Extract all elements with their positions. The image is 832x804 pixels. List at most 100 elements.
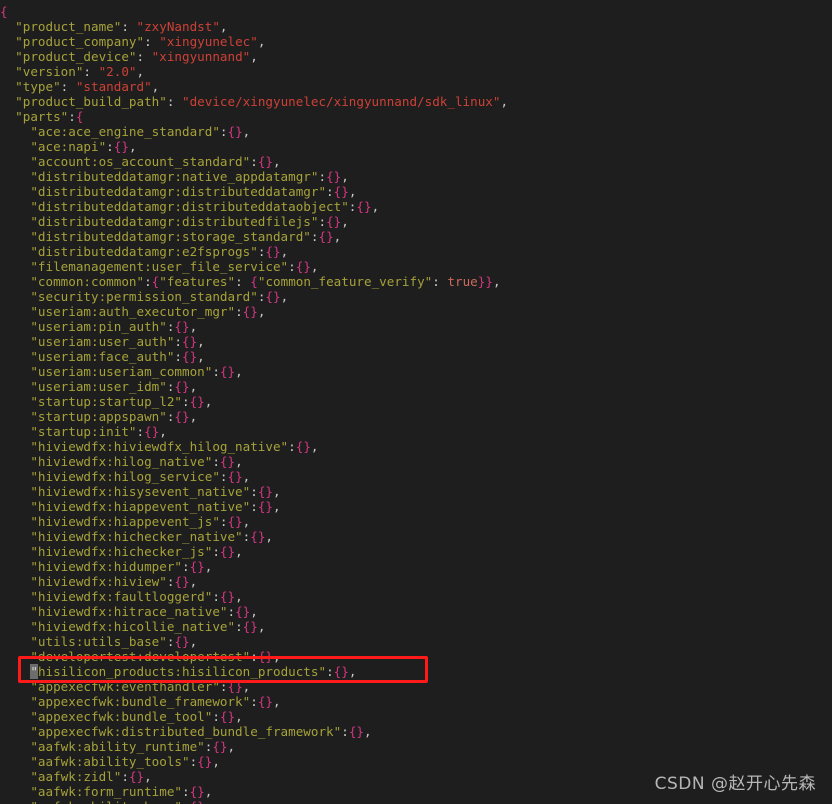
code-line[interactable]: "distributeddatamgr:native_appdatamgr":{… — [0, 169, 832, 184]
code-line[interactable]: "parts":{ — [0, 109, 832, 124]
code-line[interactable]: "utils:utils_base":{}, — [0, 634, 832, 649]
token-punc: {} — [326, 169, 342, 184]
token-key: "useriam:useriam_common" — [30, 364, 213, 379]
code-line[interactable]: "product_build_path": "device/xingyunele… — [0, 94, 832, 109]
code-line[interactable]: "distributeddatamgr:storage_standard":{}… — [0, 229, 832, 244]
token-plain: : — [318, 214, 327, 229]
code-line[interactable]: "product_device": "xingyunnand", — [0, 49, 832, 64]
code-line[interactable]: { — [0, 4, 832, 19]
code-line[interactable]: "hiviewdfx:hisysevent_native":{}, — [0, 484, 832, 499]
token-plain: , — [280, 244, 289, 259]
token-plain: , — [310, 259, 319, 274]
token-plain: , — [257, 619, 266, 634]
json-code-block[interactable]: { "product_name": "zxyNandst", "product_… — [0, 4, 832, 804]
code-line[interactable]: "developertest:developertest":{}, — [0, 649, 832, 664]
code-line[interactable]: "useriam:face_auth":{}, — [0, 349, 832, 364]
token-punc: {} — [257, 649, 273, 664]
token-plain: : — [235, 274, 251, 289]
code-line[interactable]: "distributeddatamgr:distributedfilejs":{… — [0, 214, 832, 229]
token-punc: {} — [219, 544, 236, 559]
token-key: "hiviewdfx:hitrace_native" — [30, 604, 228, 619]
code-line[interactable]: "hisilicon_products:hisilicon_products":… — [0, 664, 832, 679]
code-line[interactable]: "security:permission_standard":{}, — [0, 289, 832, 304]
code-line[interactable]: "hiviewdfx:hilog_service":{}, — [0, 469, 832, 484]
code-line[interactable]: "hiviewdfx:hicollie_native":{}, — [0, 619, 832, 634]
token-punc: {} — [174, 379, 190, 394]
token-key: "version" — [15, 64, 84, 79]
code-line[interactable]: "hiviewdfx:hidumper":{}, — [0, 559, 832, 574]
code-line[interactable]: "ace:ace_engine_standard":{}, — [0, 124, 832, 139]
token-key: "features" — [159, 274, 236, 289]
token-plain: : — [144, 274, 152, 289]
code-line[interactable]: "startup:appspawn":{}, — [0, 409, 832, 424]
code-line[interactable]: "useriam:user_idm":{}, — [0, 379, 832, 394]
code-line[interactable]: "hiviewdfx:hilog_native":{}, — [0, 454, 832, 469]
code-line[interactable]: "useriam:useriam_common":{}, — [0, 364, 832, 379]
token-plain: , — [151, 79, 160, 94]
token-key: "product_device" — [15, 49, 137, 64]
code-line[interactable]: "startup:startup_l2":{}, — [0, 394, 832, 409]
token-plain: : — [250, 484, 258, 499]
code-line[interactable]: "product_company": "xingyunelec", — [0, 34, 832, 49]
token-plain: , — [250, 49, 258, 64]
token-key: "distributeddatamgr:storage_standard" — [30, 229, 311, 244]
token-key: "product_company" — [15, 34, 145, 49]
code-line[interactable]: "aafwk:ability_base":{} — [0, 799, 832, 804]
code-line[interactable]: "hiviewdfx:hiview":{}, — [0, 574, 832, 589]
code-line[interactable]: "aafwk:ability_tools":{}, — [0, 754, 832, 769]
code-line[interactable]: "appexecfwk:distributed_bundle_framework… — [0, 724, 832, 739]
code-editor-pane[interactable]: { "product_name": "zxyNandst", "product_… — [0, 0, 832, 804]
code-line[interactable]: "startup:init":{}, — [0, 424, 832, 439]
code-line[interactable]: "type": "standard", — [0, 79, 832, 94]
token-plain: : — [121, 769, 129, 784]
code-line[interactable]: "distributeddatamgr:distributeddataobjec… — [0, 199, 832, 214]
code-line[interactable]: "distributeddatamgr:distributeddatamgr":… — [0, 184, 832, 199]
code-line[interactable]: "useriam:user_auth":{}, — [0, 334, 832, 349]
code-line[interactable]: "appexecfwk:bundle_framework":{}, — [0, 694, 832, 709]
code-line[interactable]: "useriam:pin_auth":{}, — [0, 319, 832, 334]
token-key: "startup:startup_l2" — [30, 394, 182, 409]
code-line[interactable]: "version": "2.0", — [0, 64, 832, 79]
token-key: "aafwk:zidl" — [30, 769, 122, 784]
code-line[interactable]: "useriam:auth_executor_mgr":{}, — [0, 304, 832, 319]
code-line[interactable]: "hiviewdfx:hiappevent_native":{}, — [0, 499, 832, 514]
code-line[interactable]: "product_name": "zxyNandst", — [0, 19, 832, 34]
code-line[interactable]: "appexecfwk:eventhandler":{}, — [0, 679, 832, 694]
token-str: "zxyNandst" — [136, 19, 220, 34]
token-punc: {} — [250, 529, 266, 544]
code-line[interactable]: "hiviewdfx:hiviewdfx_hilog_native":{}, — [0, 439, 832, 454]
token-key: "account:os_account_standard" — [30, 154, 251, 169]
code-line[interactable]: "hiviewdfx:faultloggerd":{}, — [0, 589, 832, 604]
code-line[interactable]: "hiviewdfx:hiappevent_js":{}, — [0, 514, 832, 529]
token-str: "2.0" — [98, 64, 137, 79]
token-key: "useriam:face_auth" — [30, 349, 175, 364]
token-key: "common:common" — [30, 274, 145, 289]
code-line[interactable]: "distributeddatamgr:e2fsprogs":{}, — [0, 244, 832, 259]
code-line[interactable]: "common:common":{"features": {"common_fe… — [0, 274, 832, 289]
code-line[interactable]: "filemanagement:user_file_service":{}, — [0, 259, 832, 274]
token-key: "aafwk:form_runtime" — [30, 784, 182, 799]
code-line[interactable]: "hiviewdfx:hichecker_js":{}, — [0, 544, 832, 559]
token-punc: {} — [257, 694, 273, 709]
code-line[interactable]: "ace:napi":{}, — [0, 139, 832, 154]
code-line[interactable]: "hiviewdfx:hichecker_native":{}, — [0, 529, 832, 544]
token-key: "product_name" — [15, 19, 122, 34]
token-key: "hiviewdfx:hicollie_native" — [30, 619, 236, 634]
code-line[interactable]: "aafwk:ability_runtime":{}, — [0, 739, 832, 754]
code-line[interactable]: "account:os_account_standard":{}, — [0, 154, 832, 169]
code-line[interactable]: "appexecfwk:bundle_tool":{}, — [0, 709, 832, 724]
code-line[interactable]: "hiviewdfx:hitrace_native":{}, — [0, 604, 832, 619]
